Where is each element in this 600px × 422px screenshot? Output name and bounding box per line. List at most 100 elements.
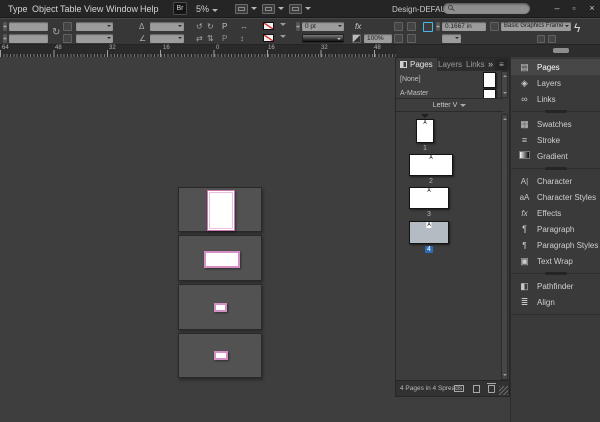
width-field[interactable]: [76, 22, 113, 31]
delete-page-icon[interactable]: [487, 383, 496, 393]
menu-table[interactable]: Table: [60, 4, 82, 14]
close-button[interactable]: ×: [585, 3, 599, 14]
frame-fitting-icon[interactable]: [394, 34, 403, 43]
page-number-2: 2: [429, 178, 433, 185]
pages-tab-icon: [400, 61, 407, 68]
dock-item-layers[interactable]: ◈ Layers: [511, 75, 600, 91]
maximize-button[interactable]: ▫: [567, 3, 581, 14]
x-position-field[interactable]: [9, 22, 48, 31]
dock-item-text-wrap[interactable]: ▣ Text Wrap: [511, 253, 600, 269]
menu-view[interactable]: View: [84, 4, 103, 14]
dock-item-pages[interactable]: ▤ Pages: [511, 59, 600, 75]
bridge-button[interactable]: Br: [173, 2, 187, 15]
page-size-preset-dropdown[interactable]: Letter V: [396, 98, 503, 112]
shear-field[interactable]: [150, 34, 184, 43]
object-effects-icon[interactable]: [407, 22, 416, 31]
stroke-style-dropdown[interactable]: [302, 34, 344, 43]
page-thumbnail-4[interactable]: A: [409, 221, 449, 244]
menu-window[interactable]: Window: [106, 4, 138, 14]
stroke-weight-field[interactable]: 0 pt: [302, 22, 344, 31]
view-options-button[interactable]: [235, 3, 257, 15]
rotate-cw-icon[interactable]: ↻: [207, 22, 214, 31]
tab-links[interactable]: Links: [462, 58, 489, 71]
dock-item-gradient[interactable]: Gradient: [511, 148, 600, 164]
opacity-field[interactable]: 100%: [364, 34, 392, 43]
fill-swatch-none[interactable]: [263, 22, 274, 30]
zoom-level-dropdown[interactable]: 5%: [196, 4, 219, 14]
auto-fit-icon[interactable]: [407, 34, 416, 43]
dock-item-stroke[interactable]: ≡ Stroke: [511, 132, 600, 148]
select-content-icon[interactable]: P: [222, 34, 227, 43]
screen-mode-button[interactable]: [262, 3, 284, 15]
dock-item-paragraph[interactable]: ¶ Paragraph: [511, 221, 600, 237]
document-page-1[interactable]: [207, 190, 235, 231]
style-override-icon[interactable]: [537, 35, 545, 43]
fit-width-icon[interactable]: ↔: [240, 22, 248, 31]
y-position-field[interactable]: [9, 34, 48, 43]
stroke-swatch-none[interactable]: [263, 34, 274, 42]
page-number-4: 4: [425, 246, 433, 253]
width-icon: [63, 22, 72, 31]
scale-x-field[interactable]: [150, 22, 184, 31]
menu-help[interactable]: Help: [140, 4, 159, 14]
stroke-weight-stepper[interactable]: [296, 22, 300, 31]
pages-scrollbar[interactable]: [501, 114, 508, 380]
dock-item-effects[interactable]: fx Effects: [511, 205, 600, 221]
document-page-3[interactable]: [214, 303, 227, 312]
dock-item-swatches[interactable]: ▦ Swatches: [511, 116, 600, 132]
dock-item-pathfinder[interactable]: ◧ Pathfinder: [511, 278, 600, 294]
rotate-ccw-icon[interactable]: ↺: [196, 22, 203, 31]
corner-radius-stepper[interactable]: [436, 22, 440, 31]
document-page-2[interactable]: [204, 251, 240, 268]
dock-item-paragraph-styles[interactable]: ¶ Paragraph Styles: [511, 237, 600, 253]
clear-overrides-icon[interactable]: [548, 35, 556, 43]
chevron-down-icon: [278, 7, 284, 13]
flip-vertical-icon[interactable]: ⇅: [207, 34, 214, 43]
dock-item-character-styles[interactable]: aA Character Styles: [511, 189, 600, 205]
collapse-panels-icon[interactable]: »: [488, 59, 493, 69]
dock-item-character[interactable]: A| Character: [511, 173, 600, 189]
page-thumbnail-1[interactable]: A: [416, 119, 434, 143]
panel-menu-icon[interactable]: ≡: [495, 59, 508, 70]
paragraph-icon: ¶: [522, 224, 527, 234]
height-field[interactable]: [76, 34, 113, 43]
edit-page-size-icon[interactable]: [454, 385, 464, 392]
horizontal-ruler[interactable]: 64 48 32 16 0 16 32 48: [0, 45, 600, 57]
effects-menu-icon[interactable]: fx: [355, 22, 361, 31]
menu-object[interactable]: Object: [32, 4, 58, 14]
document-page-4[interactable]: [214, 351, 228, 360]
select-container-icon[interactable]: P: [222, 22, 227, 31]
arrange-documents-button[interactable]: [289, 3, 311, 15]
minimize-button[interactable]: –: [550, 3, 564, 14]
masters-scrollbar[interactable]: [501, 71, 508, 98]
panel-resize-grip[interactable]: [499, 386, 508, 395]
page-thumbnail-3[interactable]: A: [409, 187, 449, 209]
flip-horizontal-icon[interactable]: ⇄: [196, 34, 203, 43]
dock-drag-handle[interactable]: [553, 48, 569, 53]
corner-shape-selected-icon[interactable]: [423, 22, 433, 32]
page-thumbnail-2[interactable]: A: [409, 154, 453, 176]
search-input[interactable]: [443, 3, 530, 14]
document-canvas[interactable]: [0, 57, 395, 422]
dock-item-label: Pathfinder: [537, 281, 574, 291]
ruler-label: 64: [2, 45, 9, 51]
panel-dock: ▤ Pages ◈ Layers ∞ Links ▦ Swatches ≡ St…: [510, 57, 600, 422]
swap-dimensions-icon[interactable]: ↻: [52, 28, 60, 38]
tab-pages[interactable]: Pages: [396, 58, 437, 71]
dock-item-links[interactable]: ∞ Links: [511, 91, 600, 107]
y-stepper[interactable]: [3, 34, 7, 43]
corner-radius-field[interactable]: 0.1667 in: [442, 22, 486, 31]
quick-apply-icon[interactable]: ϟ: [574, 22, 580, 34]
layers-icon: ◈: [521, 77, 528, 88]
new-page-icon[interactable]: [473, 385, 480, 393]
menu-type[interactable]: Type: [8, 4, 28, 14]
corner-preset-dropdown[interactable]: [442, 34, 461, 43]
object-style-dropdown[interactable]: Basic Graphics Frame: [501, 22, 571, 31]
drop-shadow-icon[interactable]: [394, 22, 403, 31]
dock-item-label: Character: [537, 176, 573, 186]
fit-height-icon[interactable]: ↕: [240, 34, 244, 43]
stroke-swatch-arrow-icon[interactable]: [280, 35, 286, 41]
dock-item-align[interactable]: ≣ Align: [511, 294, 600, 310]
x-stepper[interactable]: [3, 22, 7, 31]
fill-swatch-arrow-icon[interactable]: [280, 23, 286, 29]
